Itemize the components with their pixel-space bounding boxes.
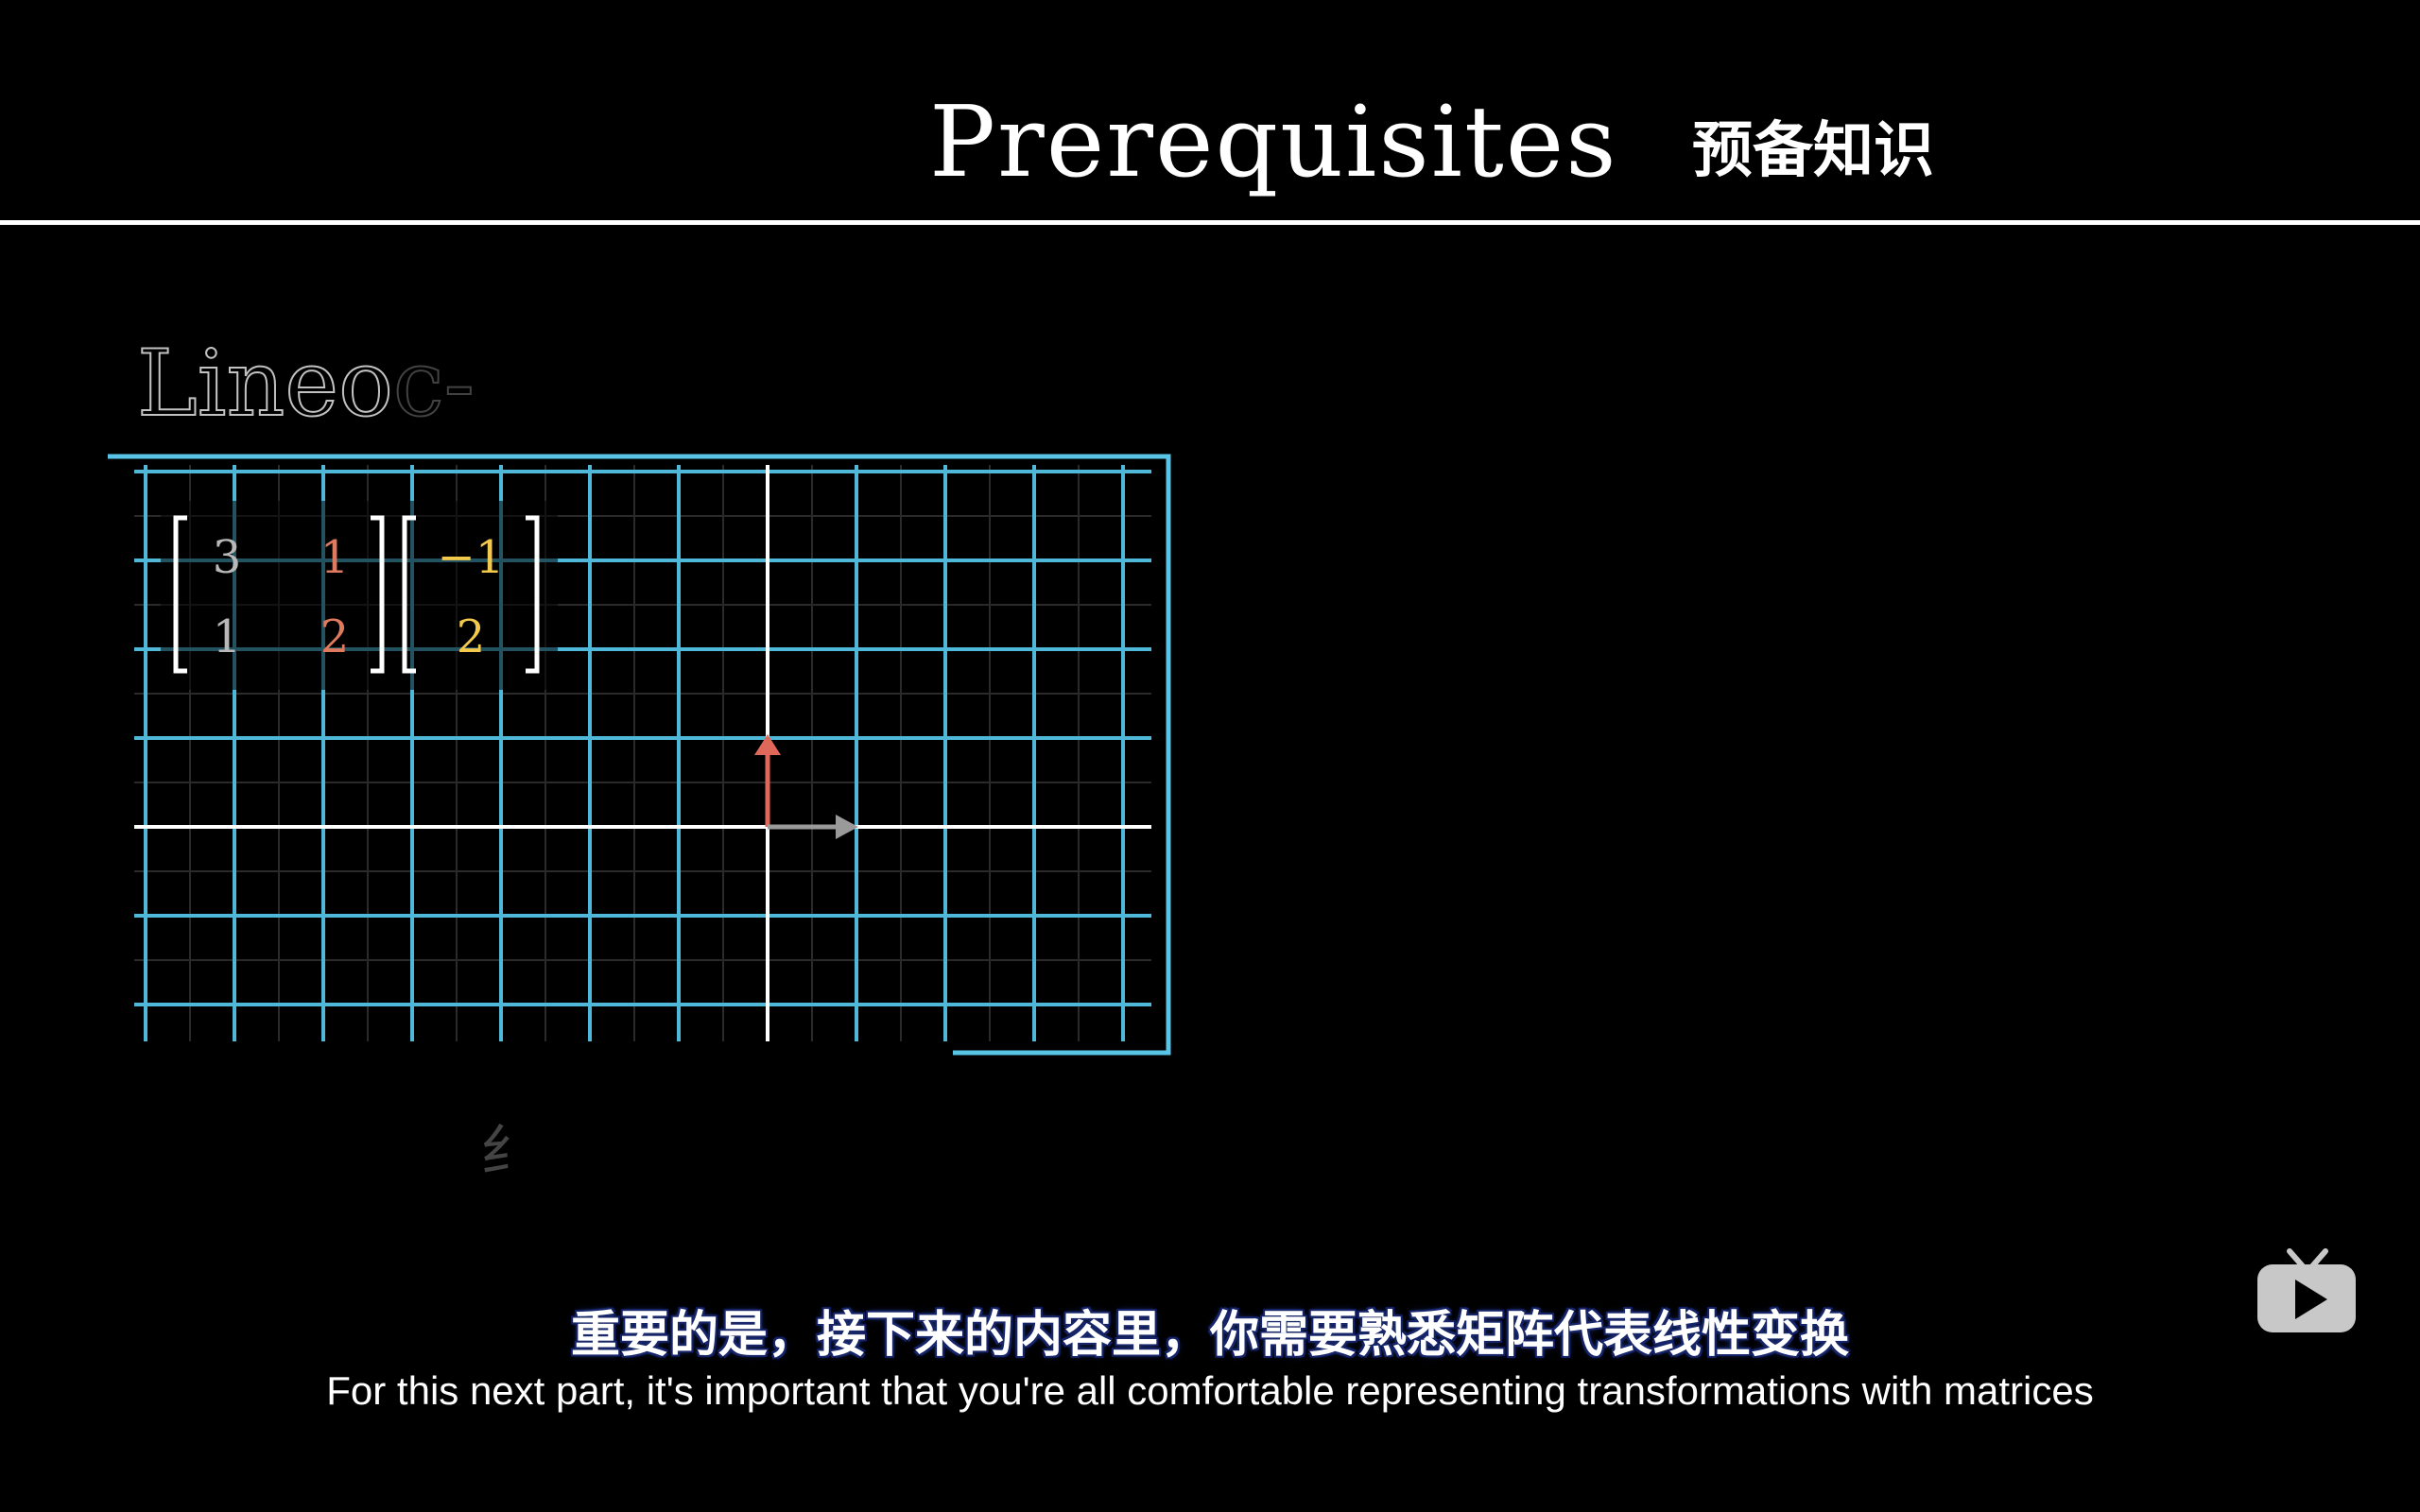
vector-entry-x: −1 [438,531,505,584]
fading-cn-glyph: 纟 [480,1119,537,1185]
matrix-entry-b: 1 [320,531,350,584]
matrix-entry-a: 3 [213,531,242,584]
matrix-entry-c: 1 [213,610,242,663]
subtitle-en: For this next part, it's important that … [326,1368,2094,1413]
matrix-entry-d: 2 [320,610,350,663]
tv-play-icon [2257,1248,2356,1332]
matrix-expression: 3 1 1 2 −1 2 [161,501,558,690]
vector-entry-y: 2 [457,610,486,663]
linear-transform-grid: 3 1 1 2 −1 2 [108,454,1171,1056]
basis-vectors [754,734,858,839]
subtitle-cn: 重要的是，接下来的内容里，你需要熟悉矩阵代表线性变换 [570,1307,1849,1364]
